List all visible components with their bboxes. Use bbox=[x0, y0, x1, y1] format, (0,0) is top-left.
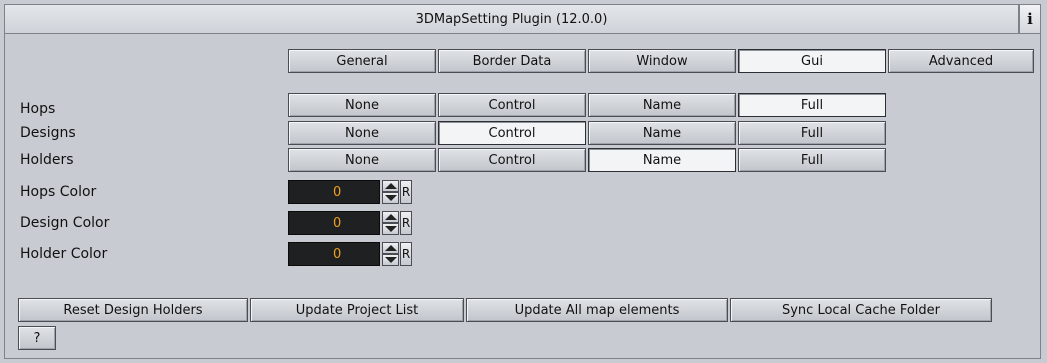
design-color-field[interactable]: 0 bbox=[288, 211, 380, 235]
spin-down-icon[interactable] bbox=[382, 254, 399, 266]
reset-design-holders-button[interactable]: Reset Design Holders bbox=[18, 298, 248, 322]
designs-option-full[interactable]: Full bbox=[738, 121, 886, 145]
tab-advanced[interactable]: Advanced bbox=[888, 49, 1034, 73]
designs-label: Designs bbox=[20, 125, 76, 141]
spin-up-icon[interactable] bbox=[382, 211, 399, 223]
holder-color-spinner: R bbox=[382, 242, 412, 266]
spin-up-icon[interactable] bbox=[382, 180, 399, 192]
designs-option-none[interactable]: None bbox=[288, 121, 436, 145]
tab-border-data[interactable]: Border Data bbox=[438, 49, 586, 73]
tab-gui[interactable]: Gui bbox=[738, 49, 886, 73]
hops-option-none[interactable]: None bbox=[288, 93, 436, 117]
holders-option-none[interactable]: None bbox=[288, 148, 436, 172]
holder-color-reset-button[interactable]: R bbox=[400, 242, 412, 266]
hops-option-name[interactable]: Name bbox=[588, 93, 736, 117]
hops-label: Hops bbox=[20, 101, 56, 117]
holders-option-control[interactable]: Control bbox=[438, 148, 586, 172]
tab-general[interactable]: General bbox=[288, 49, 436, 73]
hops-color-label: Hops Color bbox=[20, 184, 97, 200]
tab-window[interactable]: Window bbox=[588, 49, 736, 73]
holders-option-full[interactable]: Full bbox=[738, 148, 886, 172]
spin-down-icon[interactable] bbox=[382, 223, 399, 235]
sync-local-cache-folder-button[interactable]: Sync Local Cache Folder bbox=[730, 298, 992, 322]
hops-color-reset-button[interactable]: R bbox=[400, 180, 412, 204]
help-button[interactable]: ? bbox=[18, 326, 56, 350]
designs-option-name[interactable]: Name bbox=[588, 121, 736, 145]
hops-option-full[interactable]: Full bbox=[738, 93, 886, 117]
holders-option-name[interactable]: Name bbox=[588, 148, 736, 172]
designs-option-control[interactable]: Control bbox=[438, 121, 586, 145]
update-project-list-button[interactable]: Update Project List bbox=[250, 298, 464, 322]
hops-color-spinner: R bbox=[382, 180, 412, 204]
update-all-map-elements-button[interactable]: Update All map elements bbox=[466, 298, 728, 322]
design-color-spinner: R bbox=[382, 211, 412, 235]
hops-option-control[interactable]: Control bbox=[438, 93, 586, 117]
spin-down-icon[interactable] bbox=[382, 192, 399, 204]
holders-label: Holders bbox=[20, 152, 74, 168]
holder-color-field[interactable]: 0 bbox=[288, 242, 380, 266]
design-color-reset-button[interactable]: R bbox=[400, 211, 412, 235]
design-color-label: Design Color bbox=[20, 215, 110, 231]
holder-color-label: Holder Color bbox=[20, 246, 108, 262]
window-title: 3DMapSetting Plugin (12.0.0) bbox=[4, 4, 1019, 34]
hops-color-field[interactable]: 0 bbox=[288, 180, 380, 204]
info-icon[interactable]: i bbox=[1019, 4, 1041, 34]
spin-up-icon[interactable] bbox=[382, 242, 399, 254]
